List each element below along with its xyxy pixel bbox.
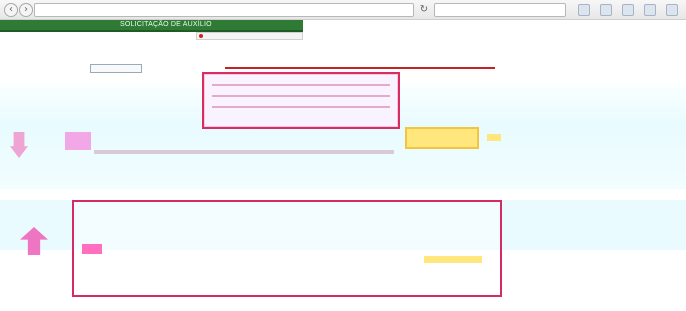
home-icon[interactable] (622, 4, 634, 16)
header-area: SOLICITAÇÃO DE AUXÍLIO (0, 20, 686, 40)
notice-highlight (424, 256, 482, 263)
subtab[interactable] (196, 32, 303, 40)
forward-icon[interactable]: › (19, 3, 33, 17)
search-input[interactable] (434, 3, 566, 17)
intro-link[interactable] (90, 64, 142, 73)
progress-bar (94, 150, 394, 154)
share-icon[interactable] (644, 4, 656, 16)
popup-line-2 (212, 95, 390, 97)
browser-toolbar: ‹ › ↻ (0, 0, 686, 20)
banner-title: SOLICITAÇÃO DE AUXÍLIO (120, 21, 212, 28)
notice-panel (72, 200, 502, 297)
notice-marker (82, 244, 102, 254)
popup-line-1 (212, 84, 390, 86)
menu-icon[interactable] (666, 4, 678, 16)
bookmark-icon[interactable] (578, 4, 590, 16)
confirm-button[interactable] (405, 127, 479, 149)
accent-divider (225, 67, 495, 69)
attachment-icon (65, 132, 91, 150)
back-icon[interactable]: ‹ (4, 3, 18, 17)
popup-panel (202, 72, 400, 129)
download-icon[interactable] (600, 4, 612, 16)
popup-line-3 (212, 106, 390, 108)
highlight-chip (487, 134, 501, 141)
address-bar[interactable] (34, 3, 414, 17)
title-banner: SOLICITAÇÃO DE AUXÍLIO (0, 20, 303, 32)
reload-icon[interactable]: ↻ (418, 4, 430, 16)
status-dot-icon (199, 34, 203, 38)
